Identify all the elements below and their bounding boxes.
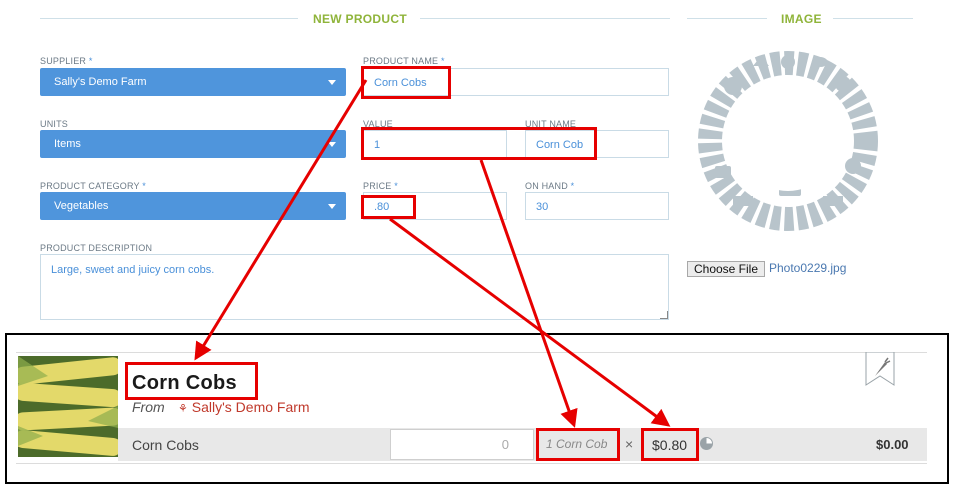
corn-photo-icon xyxy=(18,356,118,457)
preview-bottom-rule xyxy=(16,463,927,464)
annotation-box-preview-price xyxy=(641,428,699,461)
preview-supplier-name: Sally's Demo Farm xyxy=(191,399,310,415)
on-hand-label: ON HAND * xyxy=(525,181,575,191)
quantity-input[interactable]: 0 xyxy=(390,429,534,460)
farm-icons-ring-icon xyxy=(698,51,878,231)
times-sign: × xyxy=(625,436,634,452)
chevron-down-icon xyxy=(328,204,336,209)
units-label: UNITS xyxy=(40,119,68,129)
supplier-label: SUPPLIER * xyxy=(40,56,93,66)
description-textarea[interactable]: Large, sweet and juicy corn cobs. xyxy=(40,254,669,320)
category-label: PRODUCT CATEGORY * xyxy=(40,181,146,191)
annotation-box-price xyxy=(361,195,416,219)
category-select[interactable]: Vegetables xyxy=(40,192,346,220)
supplier-select-value: Sally's Demo Farm xyxy=(54,76,147,88)
product-name-label: PRODUCT NAME * xyxy=(363,56,445,66)
preview-from-label: From xyxy=(132,399,165,415)
image-rule-right xyxy=(833,18,913,19)
units-select-value: Items xyxy=(54,138,81,150)
annotation-box-preview-unit xyxy=(536,428,620,461)
supplier-select[interactable]: Sally's Demo Farm xyxy=(40,68,346,96)
resize-handle-icon[interactable] xyxy=(660,311,668,319)
annotation-box-preview-title xyxy=(125,362,258,400)
product-photo xyxy=(18,356,118,457)
line-total: $0.00 xyxy=(876,437,909,452)
preview-supplier-link[interactable]: ⚘ Sally's Demo Farm xyxy=(178,399,310,415)
price-breakdown-pie-icon[interactable] xyxy=(700,437,713,450)
description-label: PRODUCT DESCRIPTION xyxy=(40,243,153,253)
farm-link-icon: ⚘ xyxy=(178,403,188,415)
units-select[interactable]: Items xyxy=(40,130,346,158)
annotation-box-product-name xyxy=(361,66,451,99)
file-name-text: Photo0229.jpg xyxy=(769,261,847,275)
chevron-down-icon xyxy=(328,80,336,85)
new-product-rule-left xyxy=(40,18,298,19)
preview-top-rule xyxy=(16,352,927,353)
price-label: PRICE * xyxy=(363,181,398,191)
annotation-box-value-unit xyxy=(361,127,597,160)
variant-name: Corn Cobs xyxy=(132,437,199,453)
carrot-badge-icon xyxy=(865,351,895,386)
section-title-new-product: NEW PRODUCT xyxy=(313,12,407,26)
on-hand-input[interactable]: 30 xyxy=(525,192,669,220)
category-select-value: Vegetables xyxy=(54,200,109,212)
chevron-down-icon xyxy=(328,142,336,147)
product-image-placeholder xyxy=(693,46,883,236)
choose-file-button[interactable]: Choose File xyxy=(687,261,765,277)
image-rule-left xyxy=(687,18,767,19)
section-title-image: IMAGE xyxy=(781,12,822,26)
new-product-rule-right xyxy=(420,18,670,19)
